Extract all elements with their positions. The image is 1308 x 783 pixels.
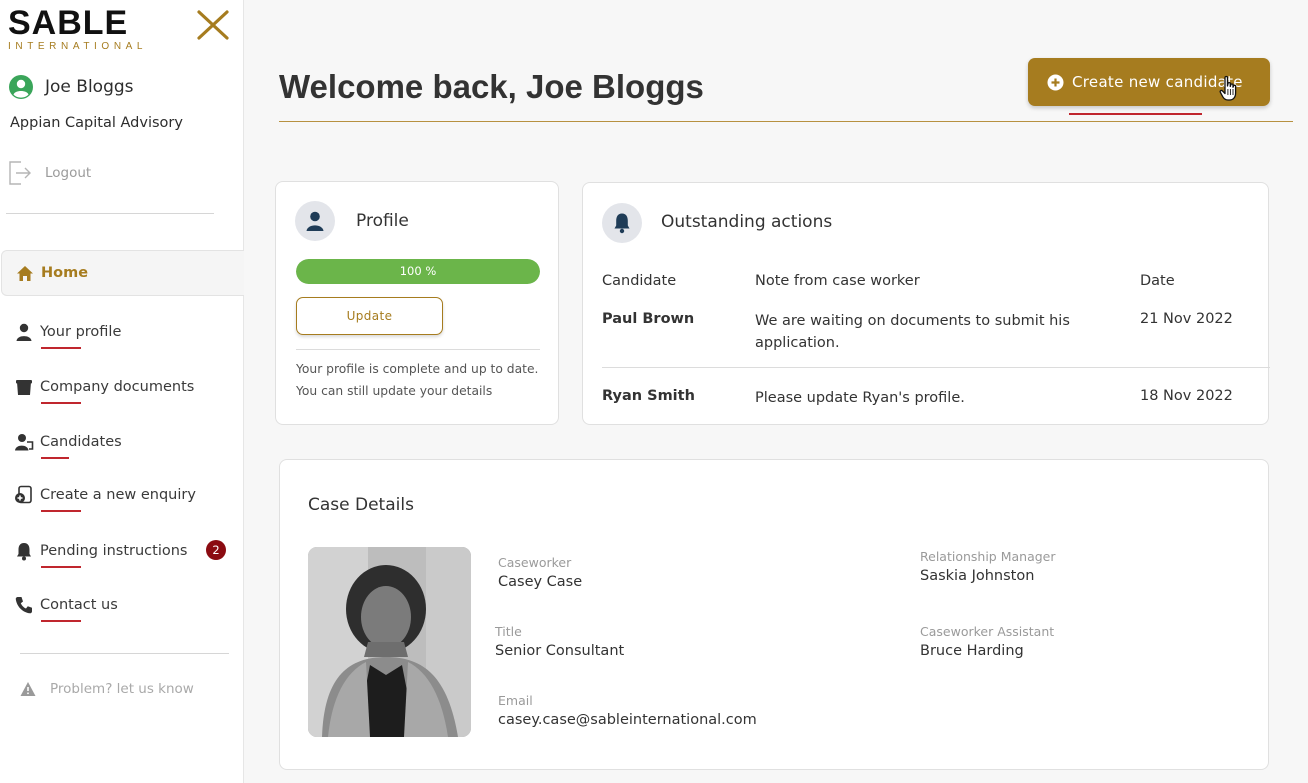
profile-person-icon	[295, 201, 335, 241]
header-divider	[279, 121, 1293, 122]
relationship-manager-label: Relationship Manager	[920, 549, 1056, 564]
sidebar-item-contact-us[interactable]: Contact us	[14, 595, 118, 622]
sidebar-item-create-enquiry[interactable]: Create a new enquiry	[14, 485, 196, 512]
profile-title: Profile	[356, 211, 409, 231]
create-candidate-label: Create new candidate	[1072, 73, 1243, 91]
logout-label: Logout	[45, 165, 92, 181]
warning-icon	[20, 682, 36, 696]
sidebar-item-your-profile[interactable]: Your profile	[14, 322, 122, 349]
sidebar-item-candidates[interactable]: Candidates	[14, 432, 122, 459]
company-name: Appian Capital Advisory	[10, 115, 183, 131]
create-button-underline	[1069, 113, 1202, 115]
sable-logo[interactable]: SABLE INTERNATIONAL	[8, 6, 147, 52]
plus-circle-icon	[1047, 74, 1064, 90]
briefcase-icon	[16, 380, 32, 395]
title-label: Title	[495, 624, 522, 639]
progress-label: 100 %	[399, 264, 437, 278]
user-name: Joe Bloggs	[45, 77, 134, 97]
relationship-manager-value: Saskia Johnston	[920, 568, 1035, 584]
sidebar: SABLE INTERNATIONAL Joe Bloggs Appian Ca…	[0, 0, 244, 783]
bell-icon	[602, 203, 642, 243]
caseworker-assistant-label: Caseworker Assistant	[920, 624, 1055, 639]
user-icon	[16, 323, 32, 341]
home-icon	[17, 265, 33, 281]
new-enquiry-icon	[15, 485, 32, 504]
sidebar-item-label: Home	[41, 265, 89, 281]
email-value[interactable]: casey.case@sableinternational.com	[498, 712, 757, 728]
sidebar-divider	[6, 213, 214, 214]
report-problem-label: Problem? let us know	[50, 681, 194, 697]
profile-status-note: Your profile is complete and up to date.…	[296, 362, 539, 398]
column-header-note: Note from case worker	[755, 273, 920, 289]
bell-icon	[17, 543, 31, 561]
outstanding-actions-card: Outstanding actions Candidate Note from …	[582, 182, 1270, 425]
sidebar-item-label: Contact us	[40, 597, 118, 622]
sidebar-item-label: Create a new enquiry	[40, 487, 196, 512]
hand-cursor-icon	[1219, 75, 1237, 101]
candidates-icon	[15, 434, 34, 451]
close-icon[interactable]	[196, 8, 230, 42]
user-avatar-icon	[9, 75, 33, 99]
column-header-date: Date	[1140, 273, 1175, 289]
sidebar-divider	[20, 653, 229, 654]
sidebar-item-label: Candidates	[40, 434, 122, 459]
case-worker-note: Please update Ryan's profile.	[755, 390, 965, 406]
logo-wordmark: SABLE	[8, 4, 129, 42]
logo-subtitle: INTERNATIONAL	[8, 41, 148, 52]
sidebar-item-label: Pending instructions	[40, 543, 188, 568]
sidebar-item-pending-instructions[interactable]: Pending instructions	[14, 541, 188, 568]
caseworker-photo	[308, 547, 471, 737]
user-info: Joe Bloggs	[8, 74, 134, 100]
logout-icon	[9, 161, 31, 185]
column-header-candidate: Candidate	[602, 273, 677, 289]
title-value: Senior Consultant	[495, 643, 625, 659]
sidebar-item-label: Your profile	[40, 324, 122, 349]
case-worker-note: We are waiting on documents to submit hi…	[755, 313, 1070, 351]
candidate-name: Ryan Smith	[602, 388, 695, 404]
page-title: Welcome back, Joe Bloggs	[279, 68, 704, 105]
sidebar-item-home[interactable]: Home	[1, 250, 244, 296]
report-problem-link[interactable]: Problem? let us know	[20, 681, 194, 697]
candidate-name: Paul Brown	[602, 311, 695, 327]
caseworker-assistant-value: Bruce Harding	[920, 643, 1024, 659]
case-details-title: Case Details	[308, 495, 414, 515]
row-divider	[602, 367, 1270, 368]
sidebar-item-label: Company documents	[40, 379, 195, 404]
action-date: 18 Nov 2022	[1140, 388, 1233, 404]
action-date: 21 Nov 2022	[1140, 311, 1233, 327]
caseworker-value: Casey Case	[498, 574, 583, 590]
actions-title: Outstanding actions	[661, 212, 833, 232]
phone-icon	[15, 597, 32, 614]
logout-link[interactable]: Logout	[8, 160, 91, 186]
profile-divider	[296, 349, 540, 350]
caseworker-label: Caseworker	[498, 555, 572, 570]
profile-card: Profile 100 % Update Your profile is com…	[275, 181, 559, 425]
pending-count-badge: 2	[206, 540, 226, 560]
profile-progress-bar: 100 %	[296, 259, 540, 284]
sidebar-item-company-documents[interactable]: Company documents	[14, 377, 195, 404]
email-label: Email	[498, 693, 533, 708]
case-details-card: Case Details Caseworker Casey Case Title…	[279, 459, 1269, 770]
update-profile-button[interactable]: Update	[296, 297, 443, 335]
